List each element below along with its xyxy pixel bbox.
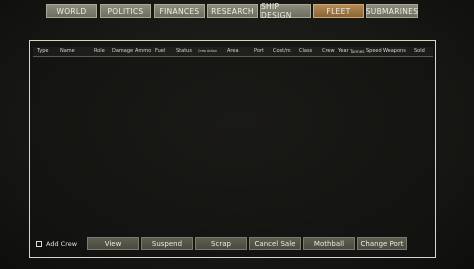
col-fuel[interactable]: Fuel xyxy=(155,48,165,54)
fleet-panel xyxy=(29,40,436,258)
tab-finances[interactable]: FINANCES xyxy=(154,4,205,18)
col-year[interactable]: Year xyxy=(338,48,349,54)
col-port[interactable]: Port xyxy=(254,48,264,54)
col-area[interactable]: Area xyxy=(227,48,239,54)
scrap-button[interactable]: Scrap xyxy=(195,237,247,250)
col-type[interactable]: Type xyxy=(37,48,48,54)
col-crew-action[interactable]: Crew Action xyxy=(198,49,217,53)
col-speed[interactable]: Speed xyxy=(366,48,382,54)
tab-ship-design[interactable]: SHIP DESIGN xyxy=(260,2,311,20)
tab-research[interactable]: RESEARCH xyxy=(207,4,258,18)
col-weapons[interactable]: Weapons xyxy=(383,48,406,54)
col-status[interactable]: Status xyxy=(176,48,192,54)
tab-submarines[interactable]: SUBMARINES xyxy=(366,4,418,18)
col-name[interactable]: Name xyxy=(60,48,75,54)
col-crew[interactable]: Crew xyxy=(322,48,335,54)
tab-fleet[interactable]: FLEET xyxy=(313,4,364,18)
col-damage[interactable]: Damage xyxy=(112,48,133,54)
tab-world[interactable]: WORLD xyxy=(46,4,97,18)
col-ammo[interactable]: Ammo xyxy=(135,48,151,54)
top-nav: WORLD POLITICS FINANCES RESEARCH SHIP DE… xyxy=(0,0,474,24)
cancel-sale-button[interactable]: Cancel Sale xyxy=(249,237,301,250)
view-button[interactable]: View xyxy=(87,237,139,250)
change-port-button[interactable]: Change Port xyxy=(357,237,407,250)
add-crew-toggle[interactable]: Add Crew xyxy=(36,239,77,249)
col-sold[interactable]: Sold xyxy=(414,48,425,54)
add-crew-checkbox[interactable] xyxy=(36,241,42,247)
suspend-button[interactable]: Suspend xyxy=(141,237,193,250)
col-cost[interactable]: Cost/m xyxy=(273,48,291,54)
add-crew-label: Add Crew xyxy=(46,240,78,248)
tab-politics[interactable]: POLITICS xyxy=(100,4,151,18)
col-role[interactable]: Role xyxy=(94,48,105,54)
col-tonnes[interactable]: Tonnes xyxy=(350,49,364,54)
col-class[interactable]: Class xyxy=(299,48,312,54)
mothball-button[interactable]: Mothball xyxy=(303,237,355,250)
